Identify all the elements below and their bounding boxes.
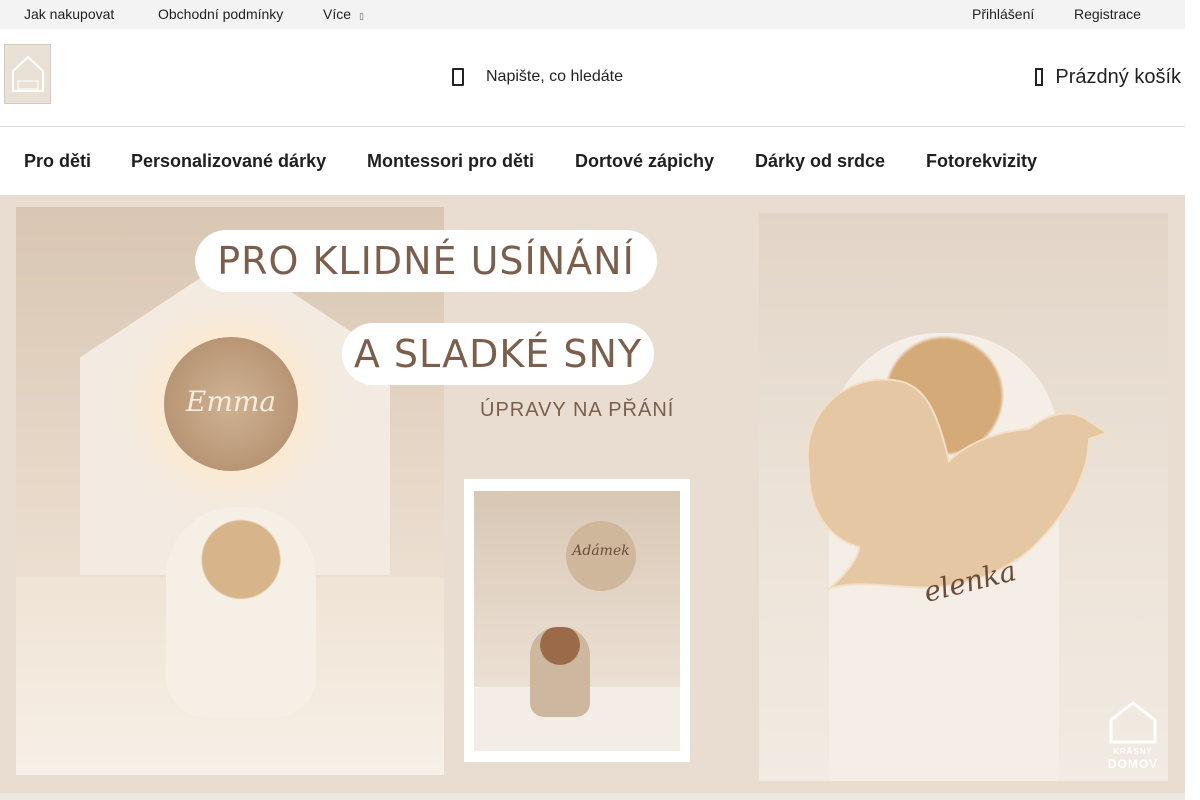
watermark-line-2: DOMOV [1107,757,1159,771]
banner-photo-girl-bed: Emma [16,207,444,775]
chevron-down-icon[interactable]: ▯ [359,11,364,21]
main-navigation: Pro děti Personalizované dárky Montessor… [0,127,1185,195]
content-divider [0,793,1185,800]
house-logo-icon [12,55,44,92]
hero-banner[interactable]: Emma PRO KLIDNÉ USÍNÁNÍ A SLADKÉ SNY ÚPR… [0,195,1185,793]
link-terms[interactable]: Obchodní podmínky [158,6,283,22]
watermark-line-1: KRÁSNÝ [1113,747,1153,756]
nav-item-personalized-gifts[interactable]: Personalizované dárky [131,151,326,172]
banner-headline-2: A SLADKÉ SNY [342,323,654,385]
top-utility-bar: Jak nakupovat Obchodní podmínky Více ▯ Př… [0,0,1185,29]
nav-item-gifts-from-heart[interactable]: Dárky od srdce [755,151,885,172]
nav-item-cake-toppers[interactable]: Dortové zápichy [575,151,714,172]
register-link[interactable]: Registrace [1074,6,1141,22]
boy-figure [530,627,590,717]
search-input[interactable]: Napište, co hledáte [486,68,623,86]
name-night-lamp: Emma [164,337,298,471]
banner-subtitle: ÚPRAVY NA PŘÁNÍ [480,399,675,421]
banner-headline-1: PRO KLIDNÉ USÍNÁNÍ [195,230,657,292]
cart-button[interactable]: Prázdný košík [1035,63,1181,91]
search-icon[interactable] [452,68,464,86]
link-more[interactable]: Více ▯ [323,6,364,22]
nav-item-kids[interactable]: Pro děti [24,151,91,172]
nav-item-photo-props[interactable]: Fotorekvizity [926,151,1037,172]
boy-photo-inner: Adámek [474,491,680,751]
cart-icon [1035,68,1044,86]
banner-photo-boy: Adámek [464,479,690,762]
brand-watermark: KRÁSNÝ DOMOV [1105,700,1161,778]
cart-label: Prázdný košík [1055,65,1181,88]
search-field[interactable]: Napište, co hledáte [452,63,623,91]
mini-name-lamp: Adámek [566,521,636,591]
girl-figure [166,507,316,717]
site-logo[interactable] [4,44,51,104]
lamp-name-text: Emma [185,385,277,418]
page-scrollbar[interactable] [1185,0,1200,800]
login-link[interactable]: Přihlášení [972,6,1034,22]
banner-photo-dove: elenka [759,213,1168,781]
link-how-to-buy[interactable]: Jak nakupovat [24,6,114,22]
nav-item-montessori[interactable]: Montessori pro děti [367,151,534,172]
site-header: Napište, co hledáte Prázdný košík [0,29,1185,127]
mini-lamp-name-text: Adámek [572,543,630,559]
more-label[interactable]: Více [323,6,351,22]
house-watermark-icon [1109,701,1157,744]
